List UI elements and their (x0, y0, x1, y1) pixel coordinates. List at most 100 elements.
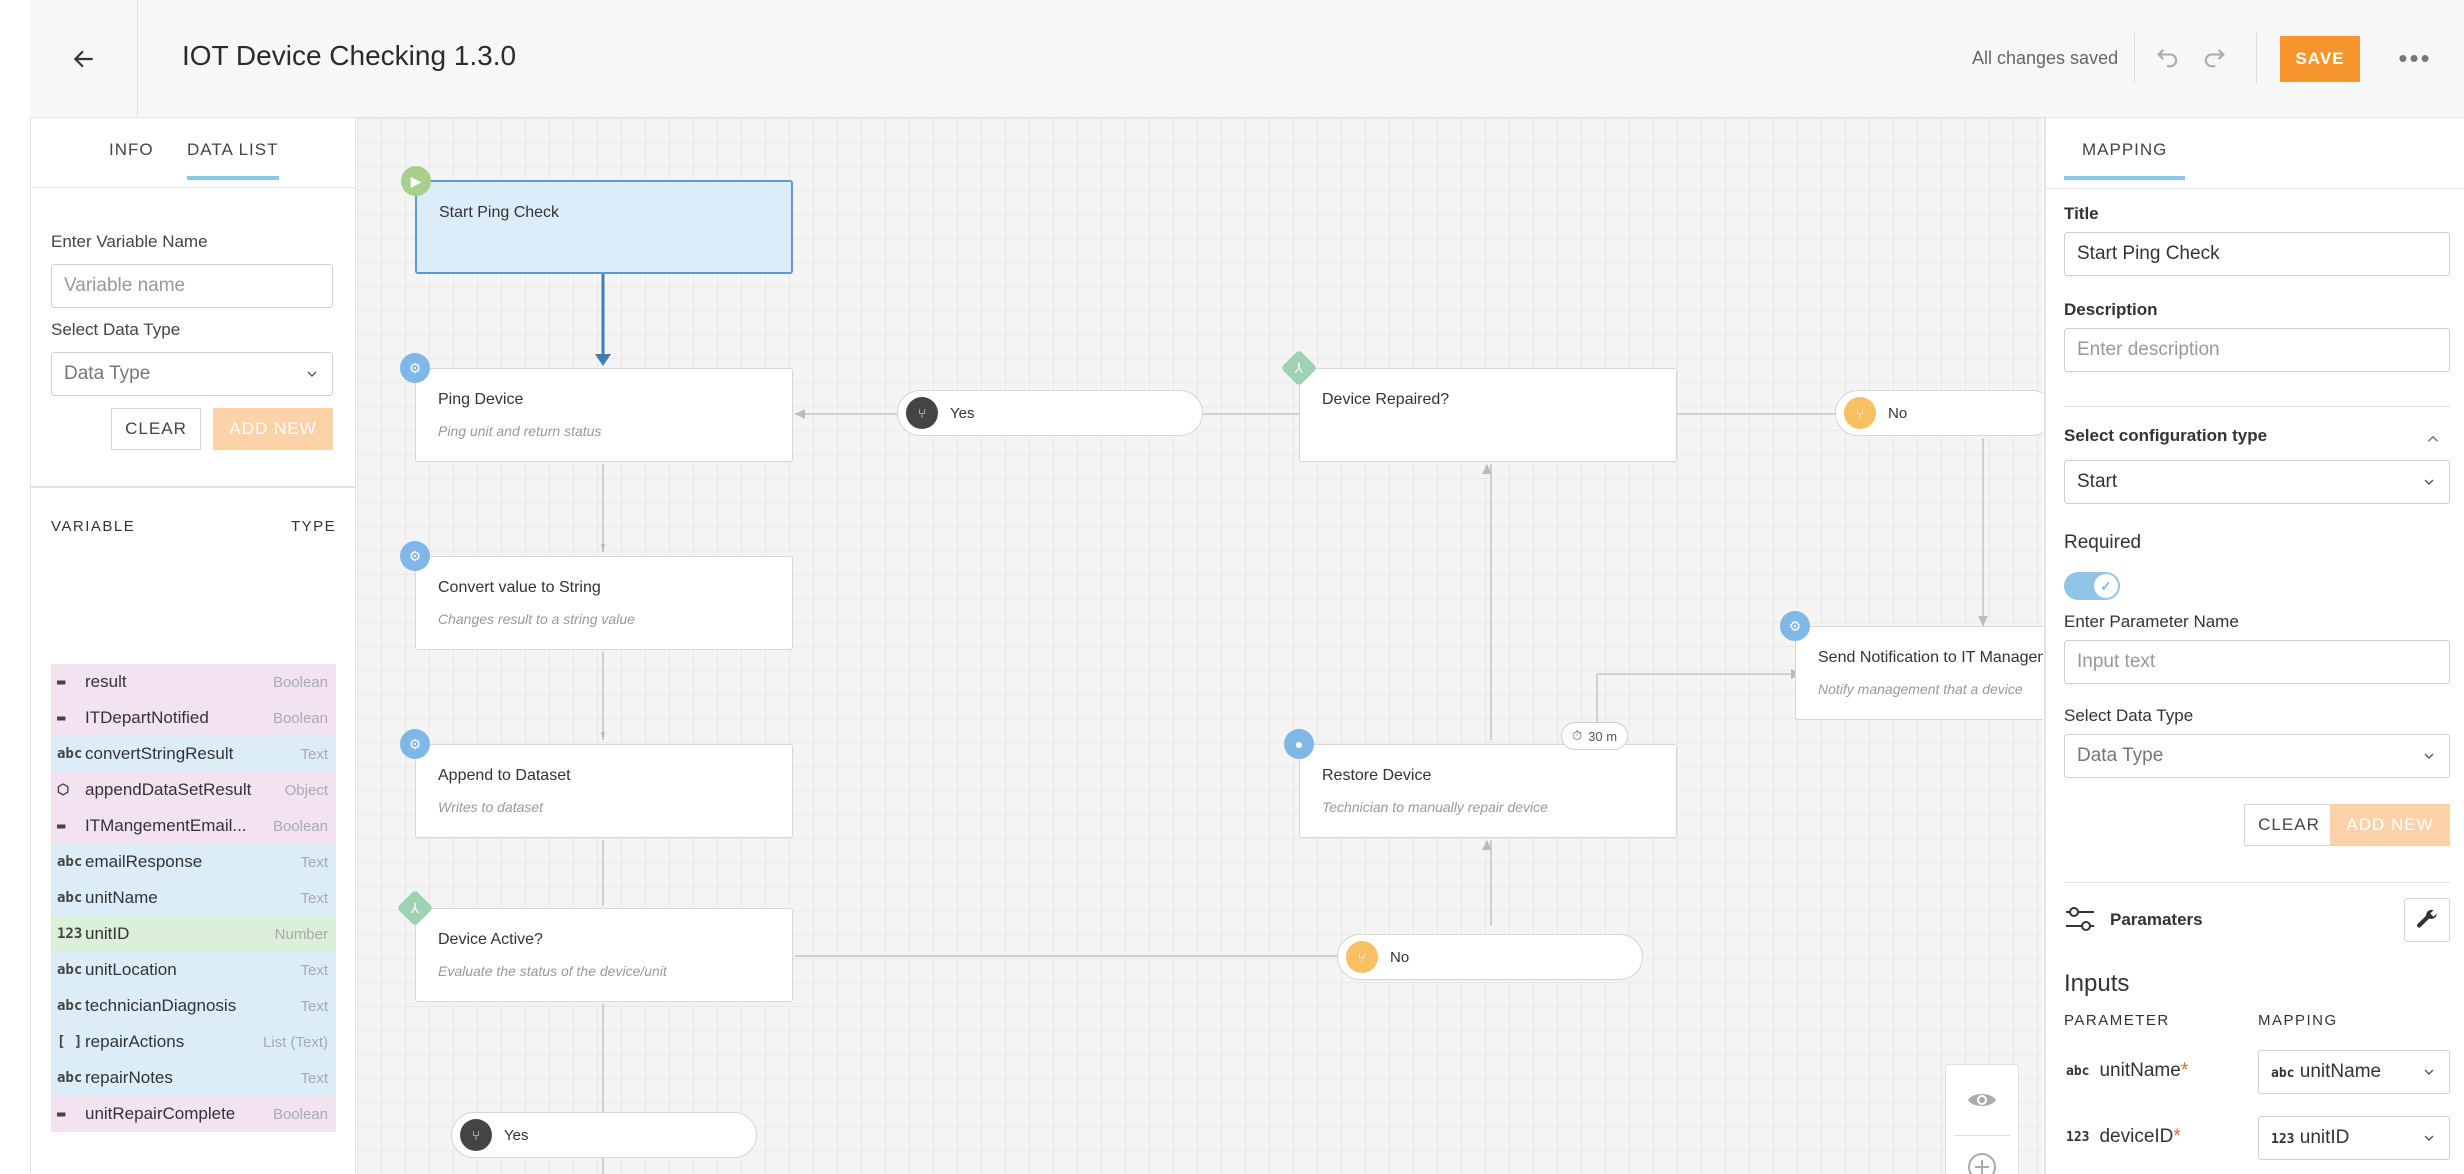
chevron-down-icon (2424, 753, 2434, 759)
variable-row[interactable]: abc convertStringResult Text (51, 736, 336, 772)
variable-type: Text (300, 889, 328, 907)
branch-yes-top[interactable]: ⑂ Yes (897, 390, 1203, 436)
tab-info[interactable]: INFO (109, 140, 154, 176)
add-new-button[interactable]: ADD NEW (213, 408, 333, 450)
arrow-left-icon (73, 50, 93, 68)
mapping-value: unitID (2299, 1127, 2350, 1148)
variable-row[interactable]: abc repairNotes Text (51, 1060, 336, 1096)
variable-row[interactable]: ▬ ITDepartNotified Boolean (51, 700, 336, 736)
text-type-icon: abc (57, 890, 83, 906)
variable-name: repairNotes (85, 1068, 173, 1087)
variable-type: Boolean (272, 709, 328, 727)
text-type-icon: abc (2066, 1063, 2090, 1079)
page-title: IOT Device Checking 1.3.0 (182, 40, 517, 71)
more-options-icon[interactable]: ••• (2390, 38, 2440, 78)
chevron-down-icon (307, 371, 317, 377)
section-divider (2064, 882, 2450, 883)
sliders-icon (2066, 907, 2094, 931)
data-type-select[interactable]: Data Type (51, 352, 333, 396)
wrench-button[interactable] (2404, 898, 2450, 942)
tab-mapping[interactable]: MAPPING (2064, 140, 2186, 180)
param-name-input[interactable]: Input text (2064, 640, 2450, 684)
text-type-icon: abc (57, 854, 83, 870)
variable-name: ITDepartNotified (85, 708, 209, 727)
variable-type: Text (300, 961, 328, 979)
mapping-value: unitName (2299, 1061, 2382, 1082)
mapping-select[interactable]: abc unitName (2258, 1050, 2450, 1094)
variable-row[interactable]: abc unitLocation Text (51, 952, 336, 988)
clear-button[interactable]: CLEAR (2244, 804, 2334, 846)
variable-row[interactable]: [ ] repairActions List (Text) (51, 1024, 336, 1060)
variable-name: unitID (85, 924, 130, 943)
add-new-button[interactable]: ADD NEW (2330, 804, 2450, 846)
required-toggle[interactable]: ✓ (2064, 572, 2120, 600)
node-device-repaired[interactable]: ⅄ Device Repaired? (1280, 349, 1677, 462)
zoom-in-icon[interactable] (1966, 1151, 1998, 1174)
node-title: Start Ping Check (439, 204, 560, 221)
node-send-notification[interactable]: ⚙ Send Notification to IT Management Not… (1780, 611, 2043, 720)
node-append-dataset[interactable]: ⚙ Append to Dataset Writes to dataset (400, 729, 793, 838)
mapping-select[interactable]: 123 unitID (2258, 1116, 2450, 1160)
variable-name: appendDataSetResult (85, 780, 252, 799)
node-ping-device[interactable]: ⚙ Ping Device Ping unit and return statu… (400, 353, 793, 462)
node-device-active[interactable]: ⅄ Device Active? Evaluate the status of … (396, 889, 793, 1002)
workflow-canvas[interactable]: ▶ Start Ping Check ⚙ Ping Device Ping un… (357, 118, 2043, 1174)
branch-yes-bottom[interactable]: ⑂ Yes (451, 1112, 757, 1158)
tab-data-list[interactable]: DATA LIST (187, 140, 279, 180)
variable-name: emailResponse (85, 852, 203, 871)
variable-row[interactable]: ▬ ITMangementEmail... Boolean (51, 808, 336, 844)
node-restore-device[interactable]: ● Restore Device Technician to manually … (1284, 729, 1677, 838)
eye-icon[interactable] (1966, 1089, 1998, 1116)
save-status: All changes saved (1972, 48, 2119, 68)
variable-row[interactable]: ▬ result Boolean (51, 664, 336, 700)
title-input[interactable]: Start Ping Check (2064, 232, 2450, 276)
description-input[interactable]: Enter description (2064, 328, 2450, 372)
gear-icon: ⚙ (400, 353, 430, 383)
redo-button[interactable] (2194, 38, 2234, 78)
variable-row[interactable]: 123 unitID Number (51, 916, 336, 952)
text-type-icon: abc (57, 746, 83, 762)
save-button[interactable]: SAVE (2280, 36, 2360, 82)
data-type-value: Data Type (64, 363, 151, 384)
branch-icon: ⑂ (1844, 397, 1876, 429)
timer-value: 30 m (1588, 728, 1618, 744)
timer-badge[interactable]: ⏱ 30 m (1561, 722, 1629, 750)
param-name: unitName* (2099, 1060, 2189, 1081)
required-label: Required (2064, 532, 2142, 553)
branch-icon: ⑂ (1346, 941, 1378, 973)
node-start-ping-check[interactable]: ▶ Start Ping Check (401, 166, 793, 274)
gear-icon: ⚙ (1780, 611, 1810, 641)
chevron-up-icon[interactable] (2424, 430, 2442, 448)
branch-no-mid[interactable]: ⑂ No (1337, 934, 1643, 980)
top-header: IOT Device Checking 1.3.0 All changes sa… (30, 0, 2464, 118)
left-tabs: INFO DATA LIST (31, 118, 355, 188)
data-type-select[interactable]: Data Type (2064, 734, 2450, 778)
variable-list: ▬ result Boolean ▬ ITDepartNotified Boolean ab… (51, 664, 336, 1132)
variable-name-input[interactable]: Variable name (51, 264, 333, 308)
boolean-type-icon: ▬ (57, 674, 66, 690)
config-type-select[interactable]: Start (2064, 460, 2450, 504)
variable-name-label: Enter Variable Name (51, 232, 208, 251)
variable-row[interactable]: ⬡ appendDataSetResult Object (51, 772, 336, 808)
gear-icon: ⚙ (400, 729, 430, 759)
data-type-label: Select Data Type (2064, 706, 2194, 725)
back-button[interactable] (30, 0, 138, 118)
tab-divider (2046, 188, 2464, 189)
undo-button[interactable] (2148, 38, 2188, 78)
variable-row[interactable]: abc unitName Text (51, 880, 336, 916)
clear-button[interactable]: CLEAR (111, 408, 201, 450)
variable-row[interactable]: abc emailResponse Text (51, 844, 336, 880)
chevron-down-icon (2424, 479, 2434, 485)
user-icon: ● (1284, 729, 1314, 759)
branch-icon: ⑂ (460, 1119, 492, 1151)
variable-type: Boolean (272, 673, 328, 691)
config-type-label: Select configuration type (2064, 426, 2268, 445)
mapping-column-header: MAPPING (2258, 1012, 2338, 1029)
canvas-view-controls (1945, 1064, 2019, 1174)
variable-row[interactable]: abc technicianDiagnosis Text (51, 988, 336, 1024)
node-convert-value[interactable]: ⚙ Convert value to String Changes result… (400, 541, 793, 650)
variable-name: unitLocation (85, 960, 177, 979)
branch-no-top[interactable]: ⑂ No (1835, 390, 2043, 436)
node-subtitle: Writes to dataset (438, 799, 544, 815)
variable-row[interactable]: ▬ unitRepairComplete Boolean (51, 1096, 336, 1132)
